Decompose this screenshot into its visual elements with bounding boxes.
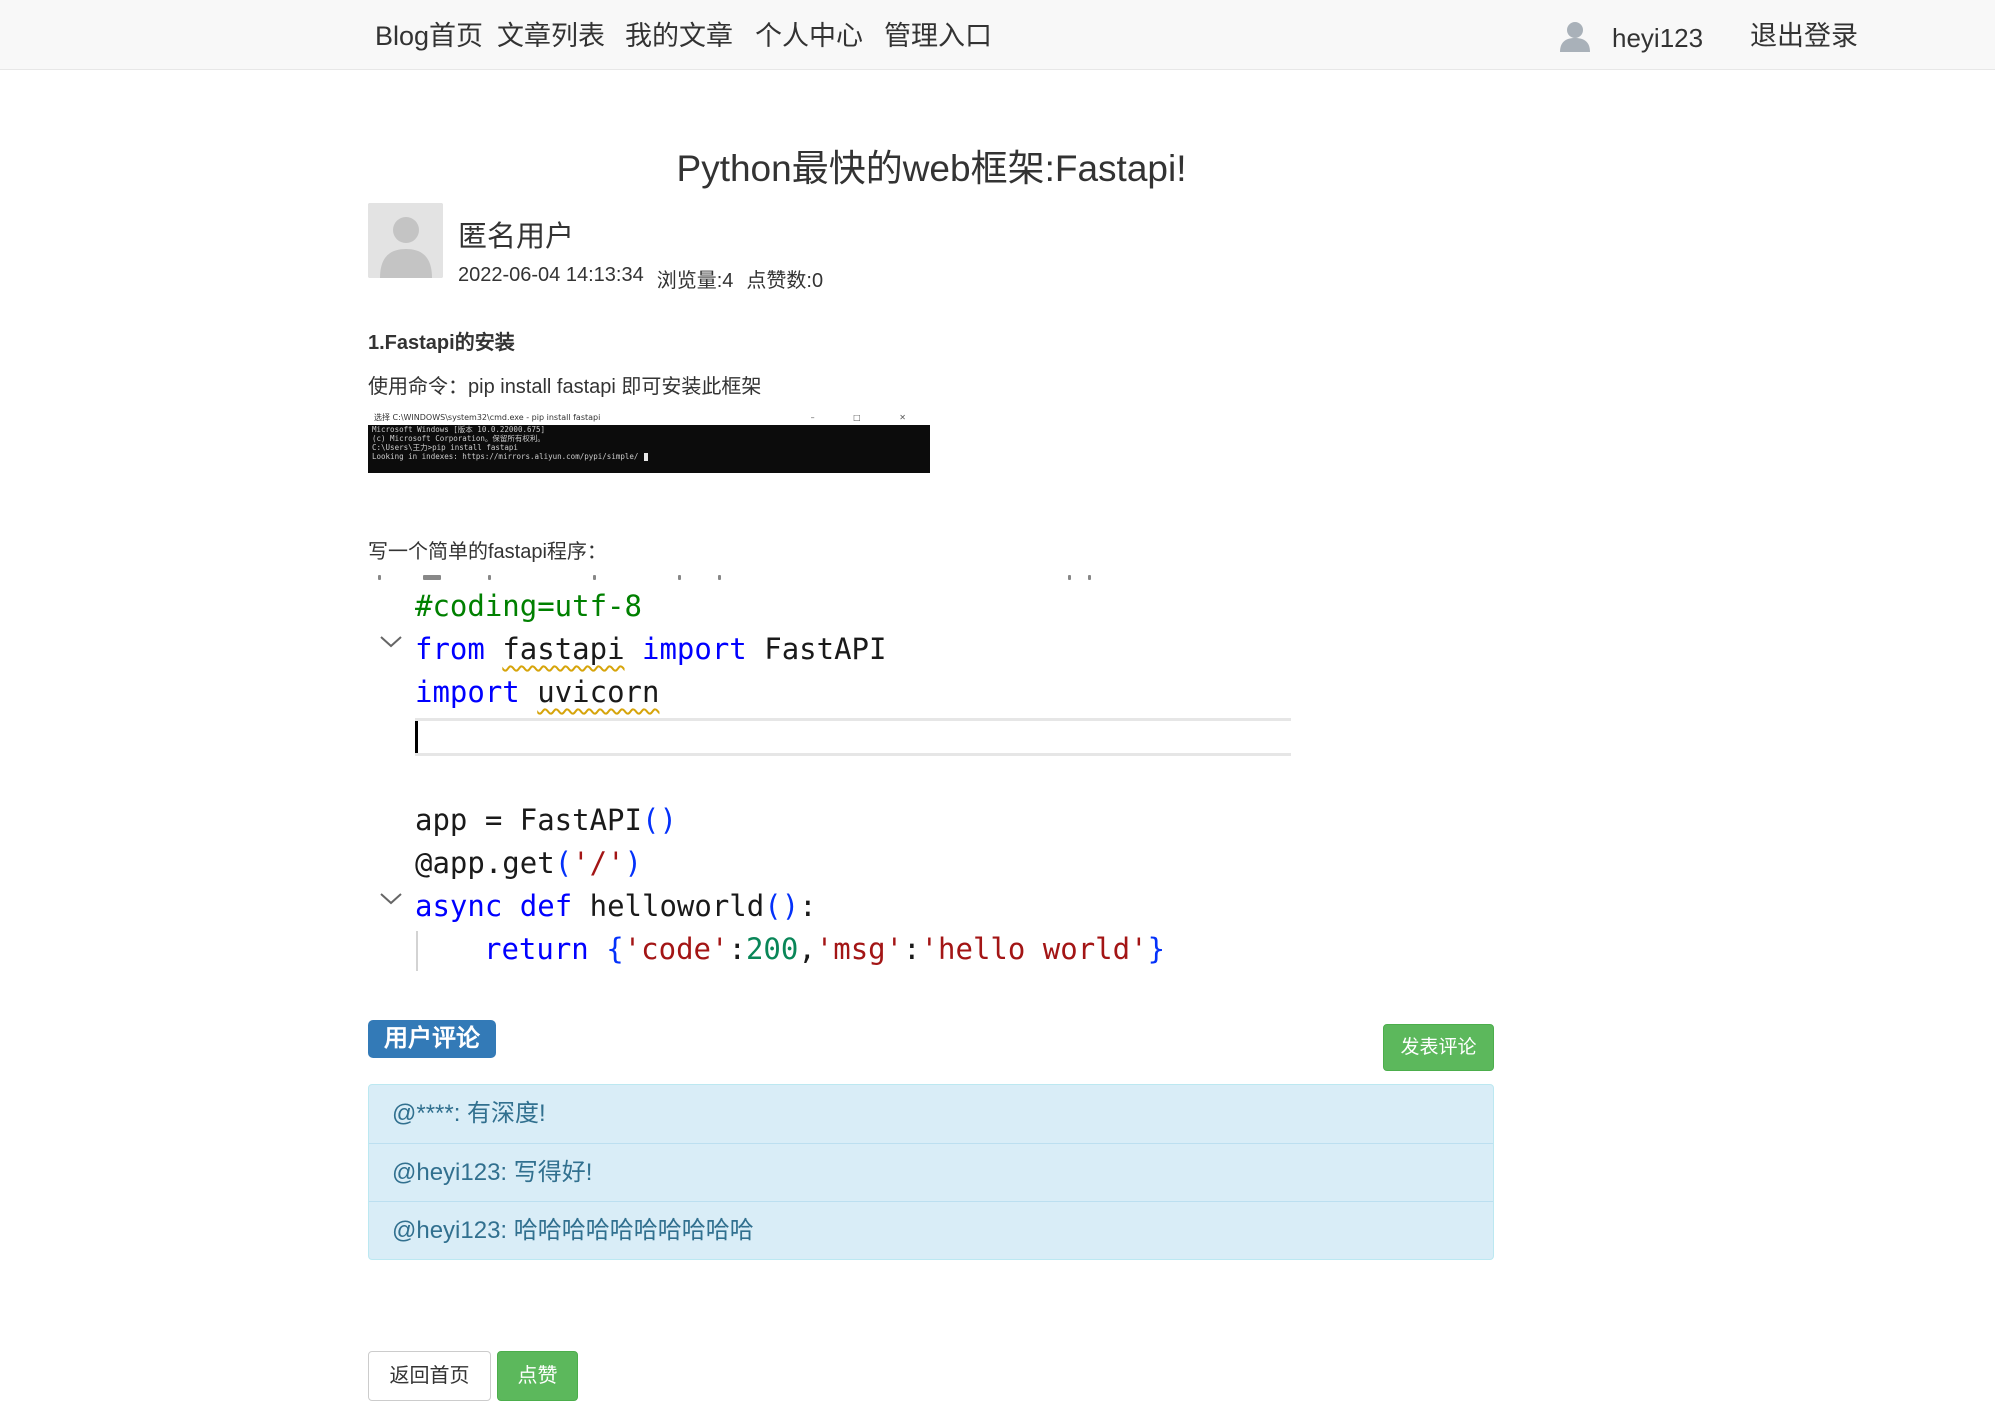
fold-chevron-icon [378, 631, 404, 656]
post-comment-button[interactable]: 发表评论 [1383, 1024, 1494, 1071]
install-paragraph: 使用命令：pip install fastapi 即可安装此框架 [368, 376, 762, 398]
cropped-edge [368, 575, 1348, 581]
terminal-line: Looking in indexes: https://mirrors.aliy… [372, 452, 639, 461]
comment-item: @heyi123: 哈哈哈哈哈哈哈哈哈哈 [369, 1201, 1493, 1259]
author-name: 匿名用户 [458, 221, 575, 253]
section-heading: 1.Fastapi的安装 [368, 332, 515, 354]
code-screenshot: #coding=utf-8 from fastapi import FastAP… [368, 575, 1348, 975]
program-paragraph: 写一个简单的fastapi程序： [368, 541, 607, 563]
terminal-cursor [644, 453, 648, 461]
nav-article-list[interactable]: 文章列表 [497, 16, 605, 56]
nav-logout[interactable]: 退出登录 [1750, 16, 1858, 56]
user-avatar-icon [1558, 19, 1592, 58]
code-line-7: async def helloworld(): [415, 889, 817, 923]
terminal-title: 选择 C:\WINDOWS\system32\cmd.exe - pip ins… [374, 413, 601, 422]
terminal-line: (c) Microsoft Corporation。保留所有权利。 [372, 434, 545, 443]
nav-blog-home[interactable]: Blog首页 [375, 16, 483, 56]
indent-guide [416, 931, 418, 971]
terminal-line: C:\Users\王力>pip install fastapi [372, 443, 518, 452]
code-line-6: @app.get('/') [415, 846, 643, 880]
article-views: 浏览量:4 [656, 270, 734, 292]
current-line-highlight [415, 718, 1291, 756]
comment-item: @****: 有深度! [392, 1100, 546, 1127]
terminal-screenshot: 选择 C:\WINDOWS\system32\cmd.exe - pip ins… [368, 411, 930, 473]
window-controls-icon: – □ ✕ [810, 413, 924, 422]
terminal-line: Microsoft Windows [版本 10.0.22000.675] [372, 425, 546, 434]
nav-my-articles[interactable]: 我的文章 [625, 16, 733, 56]
comments-badge: 用户评论 [368, 1020, 496, 1058]
like-button[interactable]: 点赞 [497, 1351, 578, 1401]
code-line-2: from fastapi import FastAPI [415, 632, 887, 666]
code-line-3: import uvicorn [415, 675, 660, 709]
code-line-5: app = FastAPI() [415, 803, 677, 837]
text-caret [415, 721, 418, 753]
terminal-titlebar: 选择 C:\WINDOWS\system32\cmd.exe - pip ins… [368, 411, 930, 425]
nav-admin-entry[interactable]: 管理入口 [884, 16, 992, 56]
fold-chevron-icon [378, 888, 404, 913]
code-line-1: #coding=utf-8 [415, 589, 642, 623]
nav-user-menu[interactable]: heyi123 [1558, 18, 1703, 58]
nav-personal-center[interactable]: 个人中心 [755, 16, 863, 56]
article-title: Python最快的web框架:Fastapi! [676, 148, 1187, 189]
code-line-8: return {'code':200,'msg':'hello world'} [484, 932, 1166, 966]
article-datetime: 2022-06-04 14:13:34 [458, 264, 644, 286]
top-navbar: Blog首页 文章列表 我的文章 个人中心 管理入口 heyi123 退出登录 [0, 0, 1995, 70]
article-likes: 点赞数:0 [746, 270, 824, 292]
author-avatar-icon [368, 203, 443, 278]
comment-item: @heyi123: 写得好! [369, 1143, 1493, 1201]
article-meta: 2022-06-04 14:13:34 浏览量:4 点赞数:0 [458, 264, 823, 293]
comments-list: @****: 有深度! @heyi123: 写得好! @heyi123: 哈哈哈… [368, 1084, 1494, 1260]
back-home-button[interactable]: 返回首页 [368, 1351, 491, 1401]
nav-username: heyi123 [1612, 23, 1704, 53]
